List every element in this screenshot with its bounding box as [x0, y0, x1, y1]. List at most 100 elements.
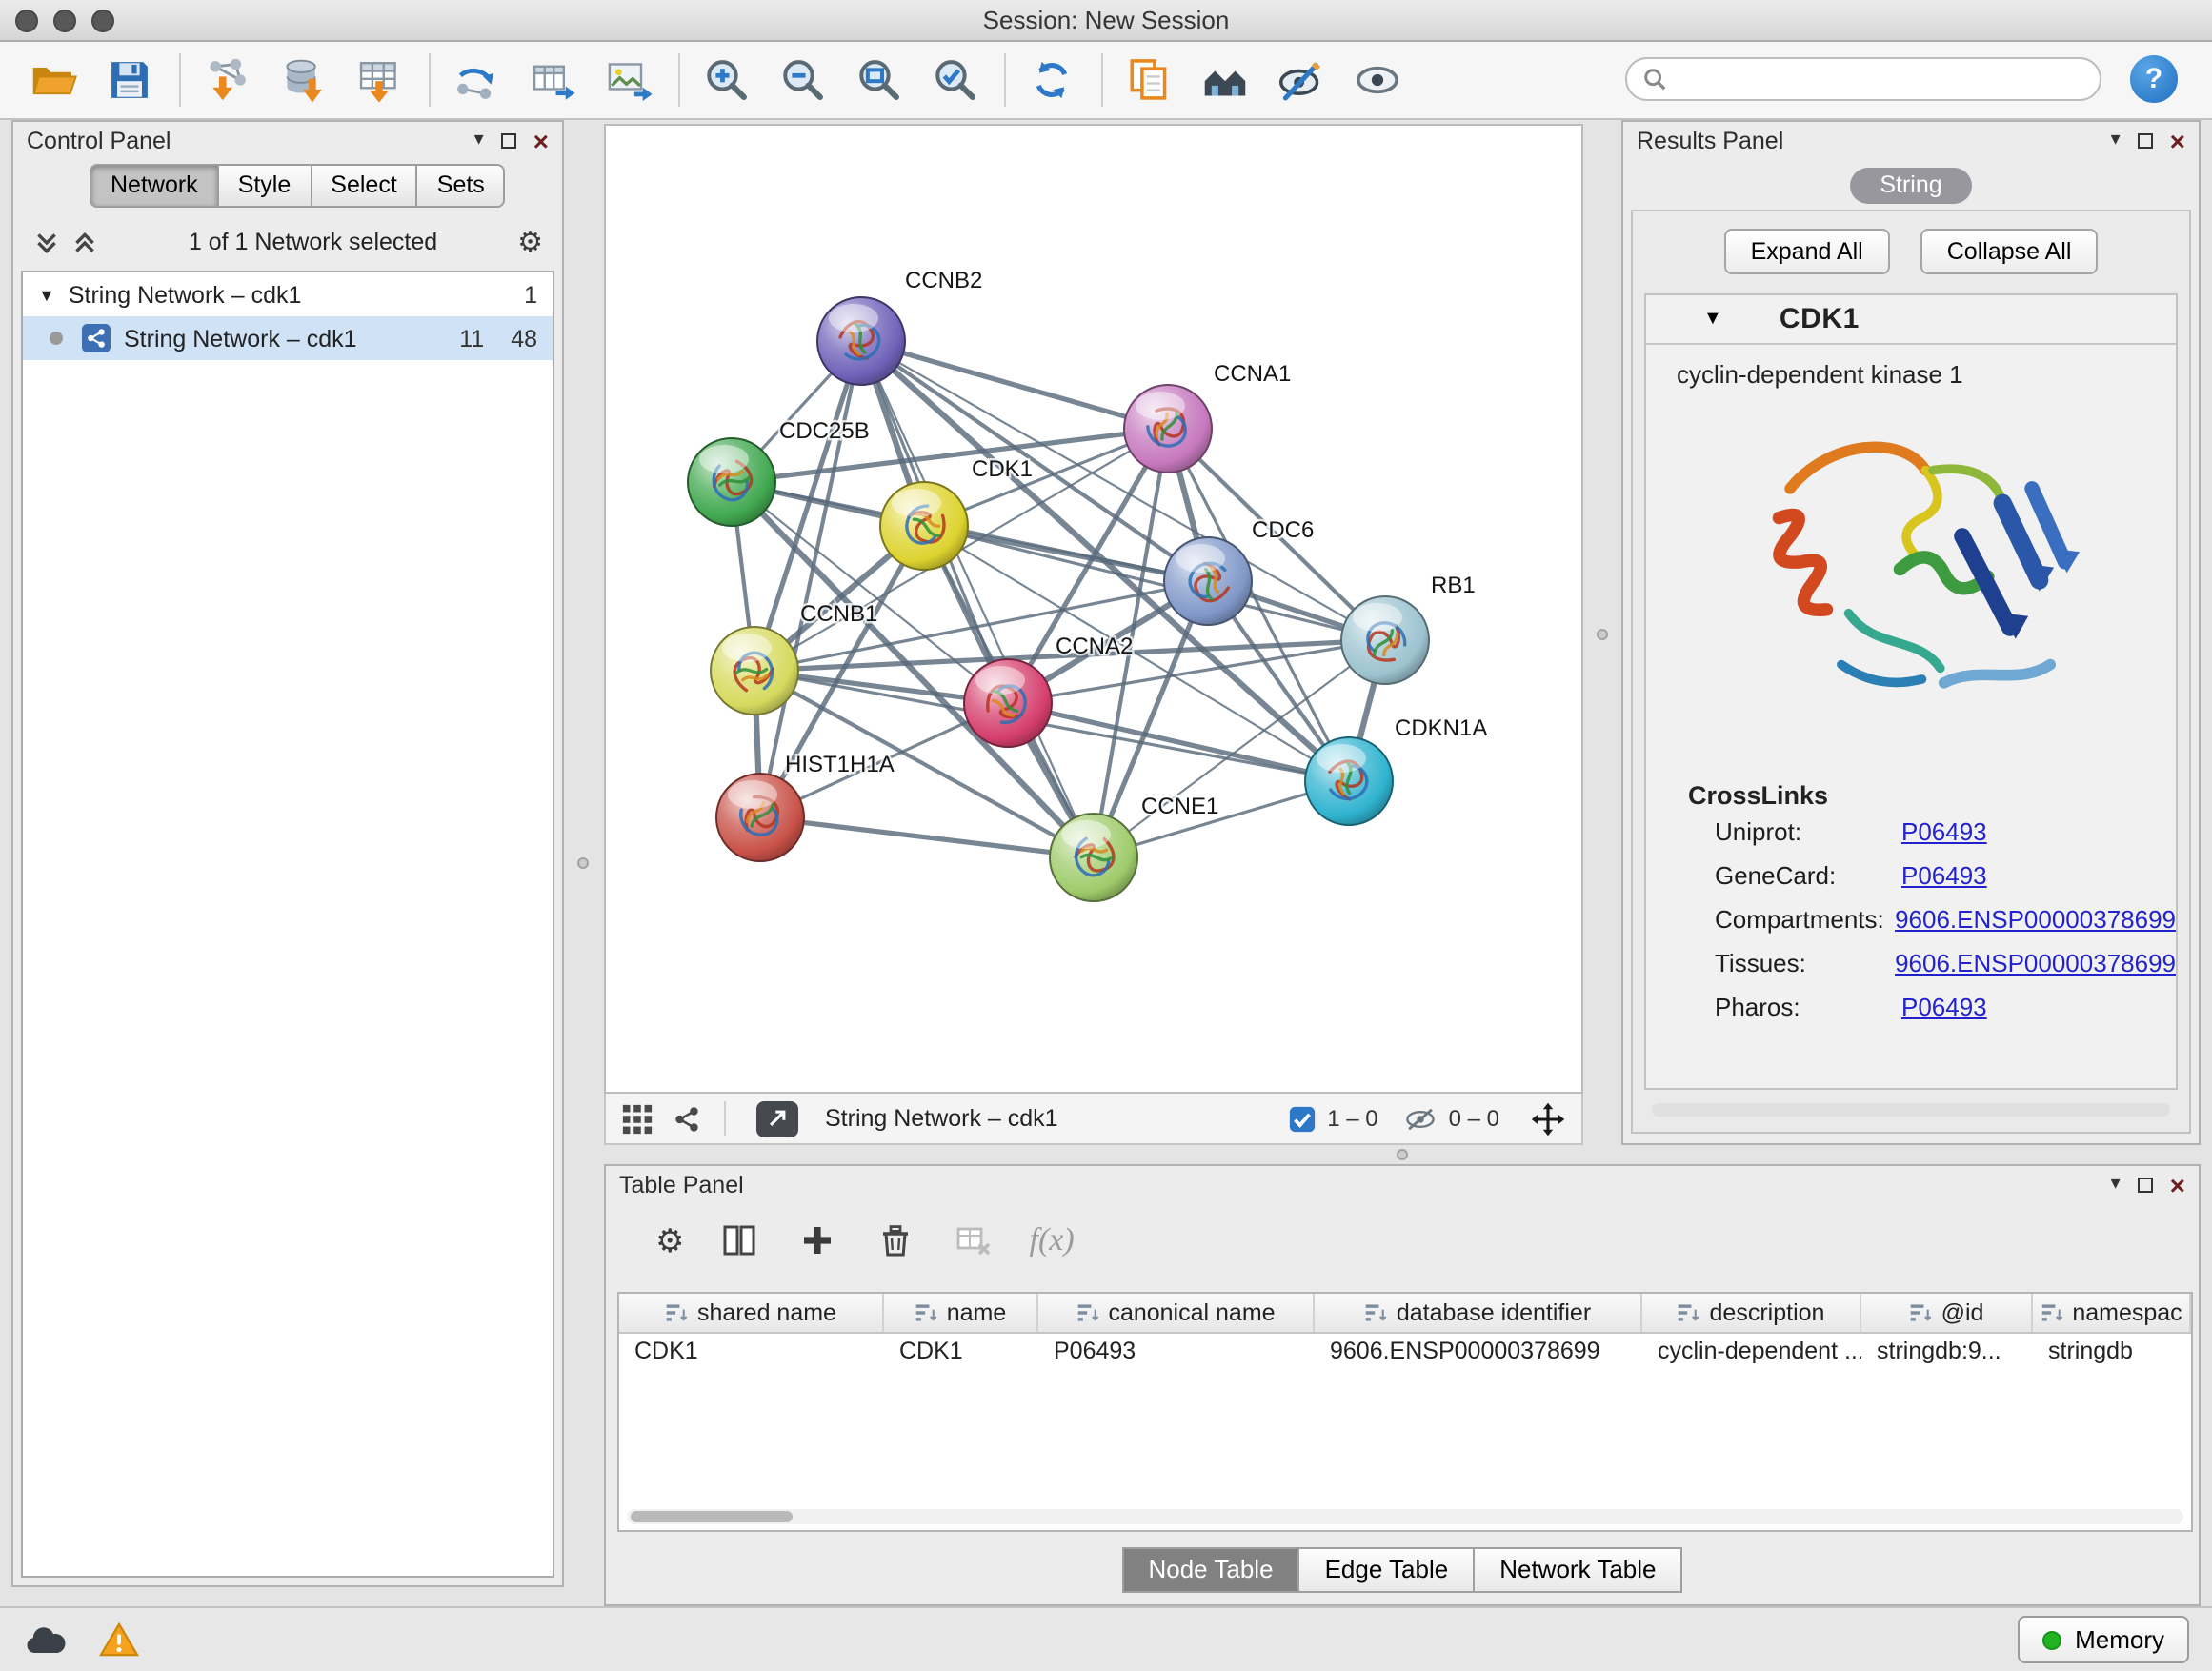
network-row[interactable]: String Network – cdk1 11 48	[23, 316, 553, 360]
apply-layout-button[interactable]	[1021, 50, 1082, 111]
delete-column-button[interactable]	[874, 1218, 919, 1263]
cell-canonical-name[interactable]: P06493	[1038, 1334, 1315, 1372]
table-row[interactable]: CDK1 CDK1 P06493 9606.ENSP00000378699 cy…	[619, 1334, 2191, 1372]
tab-edge-table[interactable]: Edge Table	[1300, 1547, 1476, 1593]
network-edge[interactable]	[760, 341, 861, 817]
left-splitter-handle[interactable]	[577, 857, 589, 869]
network-node-CDKN1A[interactable]: CDKN1A	[1305, 715, 1487, 825]
network-node-RB1[interactable]: RB1	[1341, 573, 1476, 684]
network-edge[interactable]	[861, 341, 1094, 857]
protein-structure-image	[1724, 412, 2098, 751]
birds-eye-view-button[interactable]	[621, 1102, 654, 1135]
zoom-selected-button[interactable]	[924, 50, 985, 111]
cell-description[interactable]: cyclin-dependent ...	[1642, 1334, 1861, 1372]
memory-button[interactable]: Memory	[2018, 1616, 2189, 1663]
column-header[interactable]: shared name	[619, 1294, 884, 1332]
export-table-button[interactable]	[522, 50, 583, 111]
network-edge[interactable]	[760, 817, 1094, 857]
crosslink-link-tissues[interactable]: 9606.ENSP00000378699	[1895, 949, 2176, 977]
collapse-all-button[interactable]: Collapse All	[1920, 229, 2099, 274]
close-panel-button[interactable]: ×	[2170, 1171, 2185, 1198]
collapse-all-icon[interactable]	[32, 228, 61, 256]
tab-select[interactable]: Select	[312, 164, 418, 208]
tab-node-table[interactable]: Node Table	[1121, 1547, 1299, 1593]
delete-table-button-disabled[interactable]	[952, 1218, 997, 1263]
network-node-CCNA1[interactable]: CCNA1	[1124, 361, 1291, 473]
section-expand-icon[interactable]: ▼	[1703, 309, 1722, 330]
cell-id[interactable]: stringdb:9...	[1861, 1334, 2033, 1372]
column-header[interactable]: description	[1642, 1294, 1861, 1332]
scrollbar-thumb[interactable]	[631, 1511, 793, 1522]
tab-sets[interactable]: Sets	[418, 164, 506, 208]
import-table-button[interactable]	[349, 50, 410, 111]
bottom-splitter-handle[interactable]	[1397, 1149, 1408, 1160]
network-overview-button[interactable]	[671, 1102, 703, 1135]
show-all-button[interactable]	[1347, 50, 1408, 111]
expand-all-icon[interactable]	[70, 228, 99, 256]
open-session-button[interactable]	[23, 50, 84, 111]
selected-checkbox-icon[interactable]	[1287, 1104, 1316, 1133]
crosslink-link-pharos[interactable]: P06493	[1901, 993, 1987, 1021]
column-header[interactable]: canonical name	[1038, 1294, 1315, 1332]
pan-move-icon[interactable]	[1530, 1100, 1566, 1137]
export-image-button[interactable]	[598, 50, 659, 111]
import-network-file-button[interactable]	[196, 50, 257, 111]
collapse-panel-button[interactable]: ▾	[2111, 1175, 2121, 1194]
column-header[interactable]: namespac	[2033, 1294, 2191, 1332]
network-node-HIST1H1A[interactable]: HIST1H1A	[716, 752, 895, 861]
collapse-panel-button[interactable]: ▾	[2111, 131, 2121, 150]
help-button[interactable]: ?	[2130, 55, 2178, 103]
hidden-eye-icon[interactable]	[1405, 1104, 1438, 1133]
cloud-status-button[interactable]	[23, 1622, 69, 1657]
expand-all-button[interactable]: Expand All	[1724, 229, 1890, 274]
homes-button[interactable]	[1195, 50, 1256, 111]
float-panel-button[interactable]	[501, 126, 516, 154]
cell-name[interactable]: CDK1	[884, 1334, 1038, 1372]
tab-network[interactable]: Network	[90, 164, 219, 208]
float-panel-button[interactable]	[2138, 126, 2153, 154]
zoom-fit-button[interactable]	[848, 50, 909, 111]
crosslink-link-uniprot[interactable]: P06493	[1901, 817, 1987, 846]
detach-view-button[interactable]	[756, 1100, 798, 1137]
show-columns-button[interactable]	[717, 1218, 763, 1263]
table-settings-gear-icon[interactable]: ⚙	[655, 1224, 685, 1257]
tab-network-table[interactable]: Network Table	[1475, 1547, 1682, 1593]
cell-database-identifier[interactable]: 9606.ENSP00000378699	[1315, 1334, 1642, 1372]
zoom-in-button[interactable]	[695, 50, 756, 111]
zoom-out-button[interactable]	[772, 50, 833, 111]
crosslink-row: Tissues: 9606.ENSP00000378699	[1715, 941, 2176, 985]
crosslink-link-compartments[interactable]: 9606.ENSP00000378699	[1895, 905, 2176, 934]
crosslink-link-genecard[interactable]: P06493	[1901, 861, 1987, 890]
column-header[interactable]: name	[884, 1294, 1038, 1332]
right-splitter-handle[interactable]	[1597, 629, 1608, 640]
table-horizontal-scrollbar[interactable]	[627, 1509, 2183, 1524]
cell-namespace[interactable]: stringdb	[2033, 1334, 2191, 1372]
tab-style[interactable]: Style	[219, 164, 312, 208]
save-session-button[interactable]	[99, 50, 160, 111]
cell-shared-name[interactable]: CDK1	[619, 1334, 884, 1372]
import-network-database-button[interactable]	[272, 50, 333, 111]
protein-section-header[interactable]: ▼ CDK1	[1646, 295, 2176, 345]
close-panel-button[interactable]: ×	[533, 127, 549, 153]
tab-string-results[interactable]: String	[1849, 168, 1972, 204]
export-network-button[interactable]	[446, 50, 507, 111]
column-header[interactable]: database identifier	[1315, 1294, 1642, 1332]
close-panel-button[interactable]: ×	[2170, 127, 2185, 153]
collapse-panel-button[interactable]: ▾	[474, 131, 484, 150]
tree-expand-icon[interactable]: ▼	[38, 285, 55, 304]
warnings-button[interactable]	[99, 1621, 139, 1658]
title-bar: Session: New Session	[0, 0, 2212, 42]
duplicate-window-button[interactable]	[1118, 50, 1179, 111]
network-collection-row[interactable]: ▼ String Network – cdk1 1	[23, 272, 553, 316]
column-header[interactable]: @id	[1861, 1294, 2033, 1332]
network-options-gear-icon[interactable]: ⚙	[517, 228, 543, 256]
network-canvas[interactable]: CCNB2CCNA1CDC25BCDK1CDC6RB1CCNB1CCNA2CDK…	[604, 124, 1583, 1094]
add-column-button[interactable]	[795, 1218, 841, 1263]
network-node-CCNE1[interactable]: CCNE1	[1050, 794, 1218, 901]
function-builder-button[interactable]: f(x)	[1030, 1221, 1075, 1259]
network-edge[interactable]	[1008, 703, 1349, 781]
results-horizontal-scrollbar[interactable]	[1652, 1103, 2170, 1117]
search-input[interactable]	[1677, 59, 2100, 99]
hide-annotations-button[interactable]	[1271, 50, 1332, 111]
float-panel-button[interactable]	[2138, 1170, 2153, 1198]
